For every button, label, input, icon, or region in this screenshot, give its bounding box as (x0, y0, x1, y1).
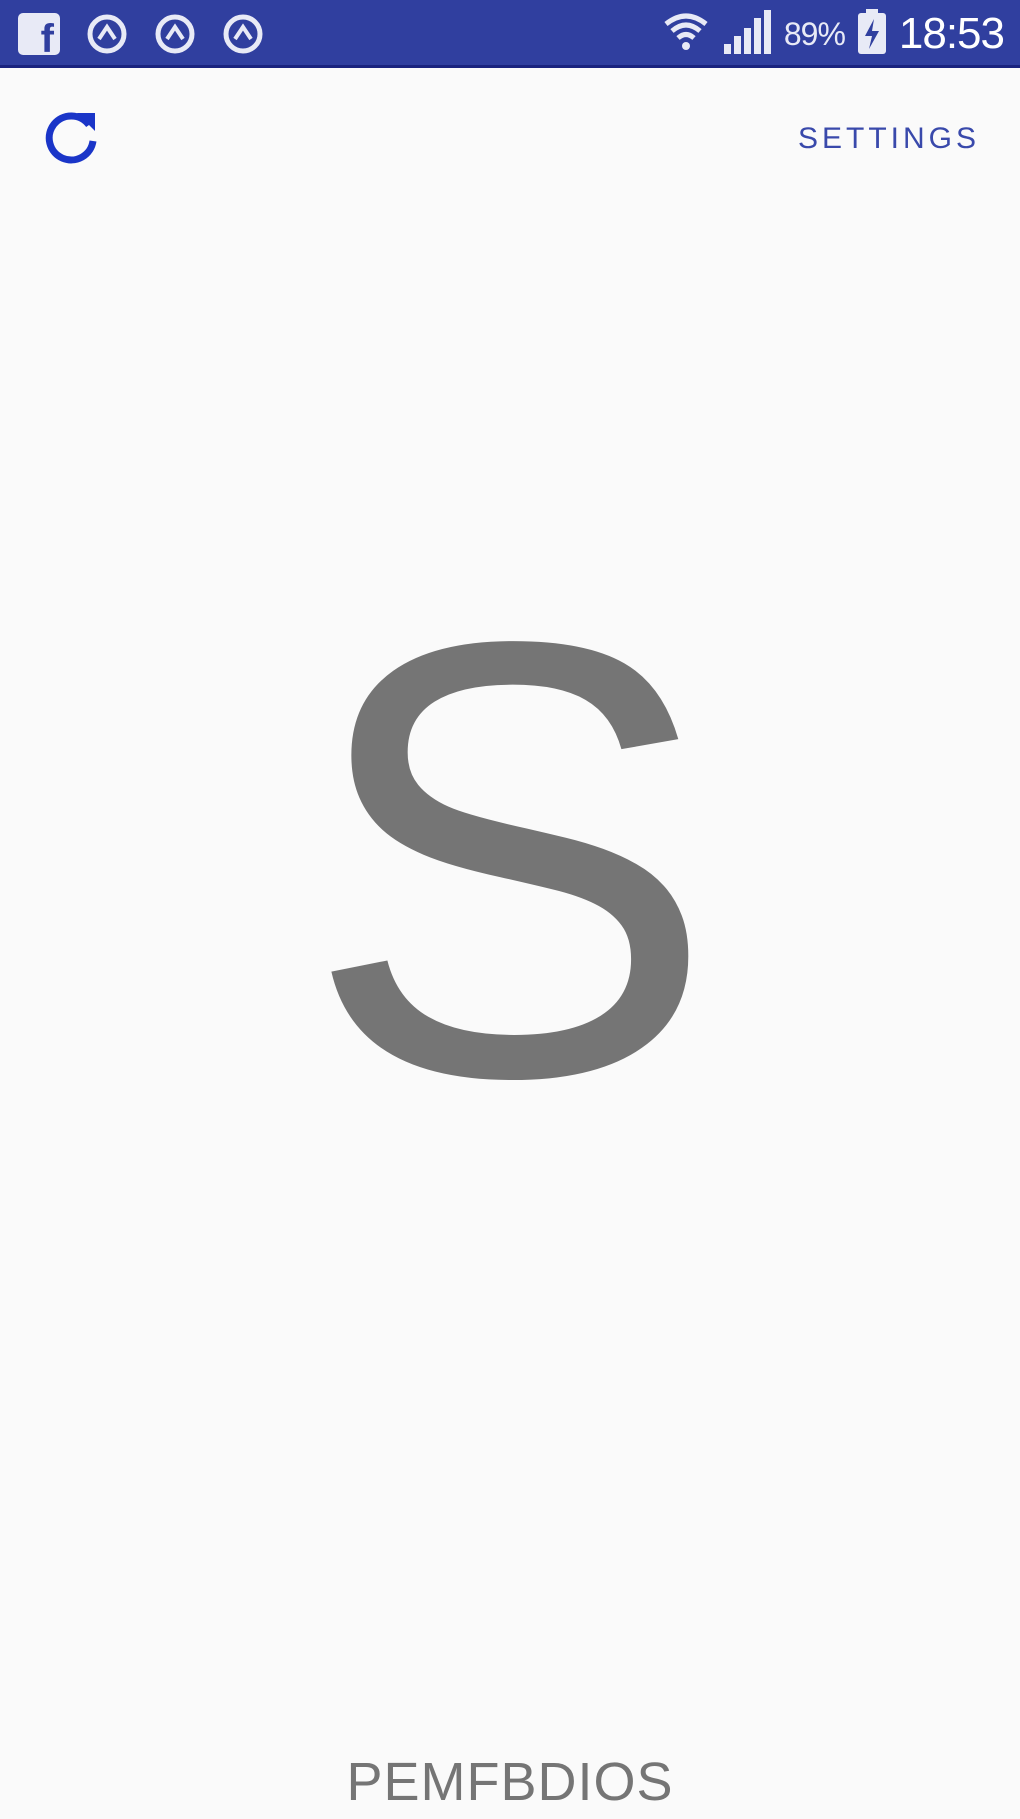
display-word: PEMFBDIOS (346, 1752, 674, 1812)
notification-icon (222, 13, 264, 55)
wifi-icon (662, 8, 710, 61)
notification-icon (154, 13, 196, 55)
battery-percent: 89% (783, 15, 846, 52)
notification-icon (86, 13, 128, 55)
facebook-icon: f (18, 13, 60, 55)
battery-icon (857, 8, 887, 60)
status-bar: f 89% 18:53 (0, 0, 1020, 68)
display-letter: S (303, 514, 717, 1206)
refresh-icon (39, 105, 103, 174)
status-clock: 18:53 (898, 9, 1005, 58)
settings-button[interactable]: SETTINGS (798, 122, 980, 156)
status-bar-notifications: f (18, 12, 264, 56)
status-bar-system: 89% 18:53 (662, 8, 1005, 61)
signal-icon (722, 8, 772, 61)
refresh-button[interactable] (36, 104, 106, 174)
